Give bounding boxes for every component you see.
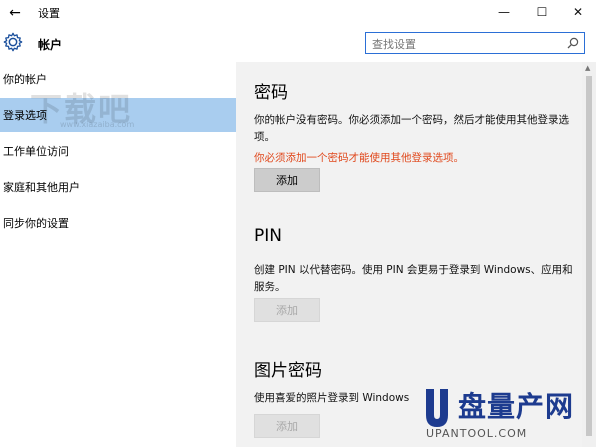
- close-button[interactable]: ✕: [560, 0, 596, 24]
- maximize-button[interactable]: ☐: [524, 0, 560, 24]
- logo-url: UPANTOOL.COM: [426, 427, 528, 440]
- u-logo-icon: [426, 389, 448, 427]
- pin-section-title: PIN: [254, 226, 282, 246]
- sidebar-item-work-access[interactable]: 工作单位访问: [0, 134, 236, 168]
- pin-description: 创建 PIN 以代替密码。使用 PIN 会更易于登录到 Windows、应用和服…: [254, 264, 573, 293]
- scroll-thumb[interactable]: [586, 76, 592, 436]
- sidebar-item-sign-in-options[interactable]: 登录选项: [0, 98, 236, 132]
- password-warning: 你必须添加一个密码才能使用其他登录选项。: [254, 152, 464, 164]
- search-icon[interactable]: [566, 36, 580, 50]
- sidebar: 你的帐户 登录选项 工作单位访问 家庭和其他用户 同步你的设置 下载吧 www.…: [0, 62, 236, 447]
- add-picture-password-button[interactable]: 添加: [254, 414, 320, 438]
- password-section-title: 密码: [254, 83, 288, 103]
- page-header: 帐户: [0, 26, 596, 62]
- site-logo: 盘量产网 UPANTOOL.COM: [418, 385, 596, 447]
- logo-text: 盘量产网: [458, 390, 575, 423]
- scroll-up-arrow-icon[interactable]: ▲: [585, 64, 590, 72]
- password-description: 你的帐户没有密码。你必须添加一个密码，然后才能使用其他登录选项。: [254, 114, 569, 143]
- sidebar-item-family-users[interactable]: 家庭和其他用户: [0, 170, 236, 204]
- sidebar-item-your-account[interactable]: 你的帐户: [0, 62, 236, 96]
- window-title: 设置: [38, 7, 60, 20]
- search-input[interactable]: [366, 34, 556, 55]
- sidebar-item-label: 同步你的设置: [3, 217, 69, 230]
- sidebar-item-sync-settings[interactable]: 同步你的设置: [0, 206, 236, 240]
- add-pin-button[interactable]: 添加: [254, 298, 320, 322]
- title-bar: ← 设置 — ☐ ✕: [0, 0, 596, 26]
- gear-icon: [3, 32, 23, 52]
- back-arrow-icon[interactable]: ←: [4, 2, 26, 24]
- sidebar-item-label: 你的帐户: [3, 73, 47, 86]
- search-box[interactable]: [365, 32, 585, 55]
- picture-password-section-title: 图片密码: [254, 361, 322, 381]
- sidebar-item-label: 登录选项: [3, 109, 47, 122]
- sidebar-item-label: 工作单位访问: [3, 145, 69, 158]
- sidebar-item-label: 家庭和其他用户: [3, 181, 80, 194]
- add-password-button[interactable]: 添加: [254, 168, 320, 192]
- page-title: 帐户: [38, 38, 63, 52]
- minimize-button[interactable]: —: [486, 0, 522, 24]
